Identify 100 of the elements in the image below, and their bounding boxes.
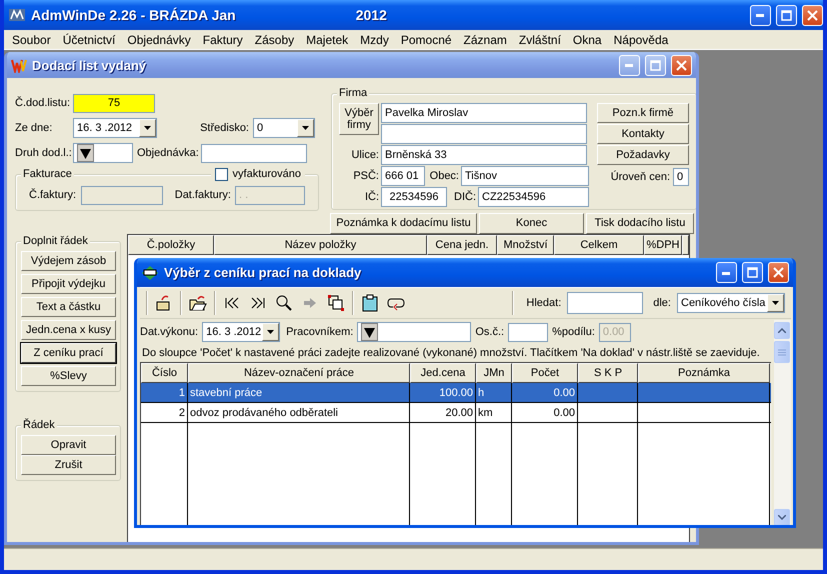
minimize-icon bbox=[756, 13, 765, 17]
field-label: DIČ: bbox=[453, 191, 476, 203]
minimize-button[interactable] bbox=[750, 4, 771, 26]
firm-button[interactable]: Požadavky bbox=[597, 145, 689, 165]
column-header[interactable]: Poznámka bbox=[638, 363, 770, 383]
table-cell: odvoz prodávaného odběrateli bbox=[188, 403, 410, 422]
invoiced-checkbox[interactable] bbox=[214, 168, 228, 180]
maximize-icon bbox=[747, 267, 758, 278]
search-field[interactable] bbox=[567, 292, 644, 314]
city-field[interactable]: Tišnov bbox=[461, 166, 589, 186]
firm-name-field[interactable]: Pavelka Miroslav bbox=[381, 103, 587, 123]
firm-button[interactable]: Pozn.k firmě bbox=[597, 103, 689, 123]
scroll-down-button[interactable] bbox=[774, 509, 790, 525]
field-label: Pracovníkem: bbox=[286, 326, 354, 338]
column-header[interactable]: Cena jedn. bbox=[427, 235, 497, 255]
add-row-button[interactable]: Výdejem zásob bbox=[21, 251, 116, 271]
table-cell: km bbox=[476, 403, 512, 422]
firm-button[interactable]: Kontakty bbox=[597, 124, 689, 144]
table-cell: h bbox=[476, 383, 512, 402]
field-label: PSČ: bbox=[352, 170, 379, 182]
worker-dropdown[interactable] bbox=[357, 322, 472, 342]
row-button[interactable]: Opravit bbox=[21, 435, 116, 455]
add-row-button[interactable]: Text a částku bbox=[21, 297, 116, 317]
work-date-dropdown[interactable]: 16. 3 .2012 bbox=[202, 322, 280, 342]
column-header[interactable]: S K P bbox=[578, 363, 638, 383]
scroll-thumb[interactable] bbox=[774, 341, 790, 363]
action-button[interactable]: Tisk dodacího listu bbox=[586, 212, 694, 234]
menu-item[interactable]: Soubor bbox=[6, 32, 57, 46]
search-by-dropdown[interactable]: Ceníkového čísla bbox=[677, 293, 785, 313]
zip-field[interactable]: 666 01 bbox=[381, 166, 425, 186]
instruction-text: Do sloupce 'Počet' k nastavené práci zadejte realizované (vykonané) množství. Tlačítkem 'Na doklad' v nástr.liště se zaeviduje. bbox=[141, 346, 761, 361]
scroll-up-button[interactable] bbox=[774, 322, 790, 339]
row-button[interactable]: Zrušit bbox=[21, 455, 116, 475]
column-header[interactable]: JMn bbox=[476, 363, 512, 383]
frame-icon[interactable] bbox=[326, 292, 346, 314]
field-label: Objednávka: bbox=[137, 147, 197, 159]
close-button[interactable] bbox=[671, 54, 692, 76]
street-field[interactable]: Brněnská 33 bbox=[381, 145, 587, 165]
caret-icon bbox=[364, 326, 376, 338]
document-number-field[interactable]: 75 bbox=[73, 94, 155, 112]
column-header[interactable]: Číslo bbox=[141, 363, 188, 383]
action-button[interactable]: Poznámka k dodacímu listu bbox=[330, 212, 477, 234]
field-label: Č.dod.listu: bbox=[15, 97, 69, 109]
scrollbar[interactable] bbox=[774, 320, 791, 525]
center-dropdown[interactable]: 0 bbox=[253, 118, 315, 138]
personal-number-field[interactable] bbox=[508, 322, 548, 342]
app-icon bbox=[8, 7, 26, 23]
add-row-button[interactable]: Z ceníku prací bbox=[21, 343, 116, 363]
menu-item[interactable]: Faktury bbox=[196, 32, 249, 46]
note-type-dropdown[interactable] bbox=[73, 143, 133, 163]
dropdown-button[interactable] bbox=[77, 144, 94, 162]
menu-item[interactable]: Pomocné bbox=[394, 32, 458, 46]
column-header[interactable]: Název položky bbox=[214, 235, 427, 255]
action-button[interactable]: Konec bbox=[479, 212, 584, 234]
column-header[interactable]: Název-označení práce bbox=[188, 363, 410, 383]
menu-item[interactable]: Okna bbox=[566, 32, 608, 46]
field-label: dle: bbox=[653, 297, 671, 309]
ic-field[interactable]: 22534596 bbox=[381, 187, 447, 207]
table-row[interactable]: 2 odvoz prodávaného odběrateli 20.00 km 0.00 bbox=[141, 403, 771, 423]
dic-field[interactable]: CZ22534596 bbox=[478, 187, 589, 207]
dropdown-button[interactable] bbox=[361, 323, 378, 341]
table-row[interactable]: 1 stavební práce 100.00 h 0.00 bbox=[141, 383, 771, 403]
menu-item[interactable]: Mzdy bbox=[354, 32, 395, 46]
app-icon bbox=[11, 57, 27, 73]
menu-item[interactable]: Objednávky bbox=[121, 32, 197, 46]
menu-item[interactable]: Nápověda bbox=[608, 32, 674, 46]
clipboard-icon[interactable] bbox=[360, 292, 380, 314]
column-header[interactable]: Množství bbox=[497, 235, 554, 255]
field-label: %podílu: bbox=[552, 326, 595, 338]
field-label: Druh dod.l.: bbox=[15, 147, 69, 159]
maximize-button[interactable] bbox=[776, 4, 797, 26]
add-row-button[interactable]: %Slevy bbox=[21, 366, 116, 386]
add-row-button[interactable]: Jedn.cena x kusy bbox=[21, 320, 116, 340]
add-row-button[interactable]: Připojit výdejku bbox=[21, 274, 116, 294]
column-header[interactable]: Jed.cena bbox=[410, 363, 476, 383]
column-header[interactable]: %DPH bbox=[644, 235, 682, 255]
menu-item[interactable]: Záznam bbox=[458, 32, 513, 46]
menu-item[interactable]: Zvláštní bbox=[512, 32, 567, 46]
menu-item[interactable]: Účetnictví bbox=[56, 32, 122, 46]
order-field[interactable] bbox=[201, 144, 307, 162]
window-title: Dodací list vydaný bbox=[32, 58, 146, 72]
column-header[interactable]: Č.položky bbox=[128, 235, 214, 255]
close-button[interactable] bbox=[768, 262, 789, 283]
minimize-icon bbox=[722, 270, 731, 274]
date-dropdown[interactable]: 16. 3 .2012 bbox=[73, 118, 157, 138]
menu-item[interactable]: Zásoby bbox=[248, 32, 300, 46]
close-button[interactable] bbox=[802, 4, 823, 26]
firm-name-field[interactable] bbox=[381, 124, 587, 144]
menu-item[interactable]: Majetek bbox=[300, 32, 354, 46]
field-label: Dat.faktury: bbox=[174, 189, 231, 201]
caret-icon bbox=[778, 328, 786, 333]
maximize-button[interactable] bbox=[742, 262, 763, 283]
price-level-field[interactable]: 0 bbox=[673, 168, 689, 186]
select-firm-button[interactable]: Výběr firmy bbox=[339, 103, 379, 135]
caret-icon bbox=[778, 515, 786, 520]
field-label: Dat.výkonu: bbox=[140, 326, 198, 338]
column-header[interactable]: Celkem bbox=[554, 235, 644, 255]
column-header[interactable]: Počet bbox=[512, 363, 578, 383]
minimize-button[interactable] bbox=[716, 262, 737, 283]
caret-icon bbox=[772, 301, 779, 305]
